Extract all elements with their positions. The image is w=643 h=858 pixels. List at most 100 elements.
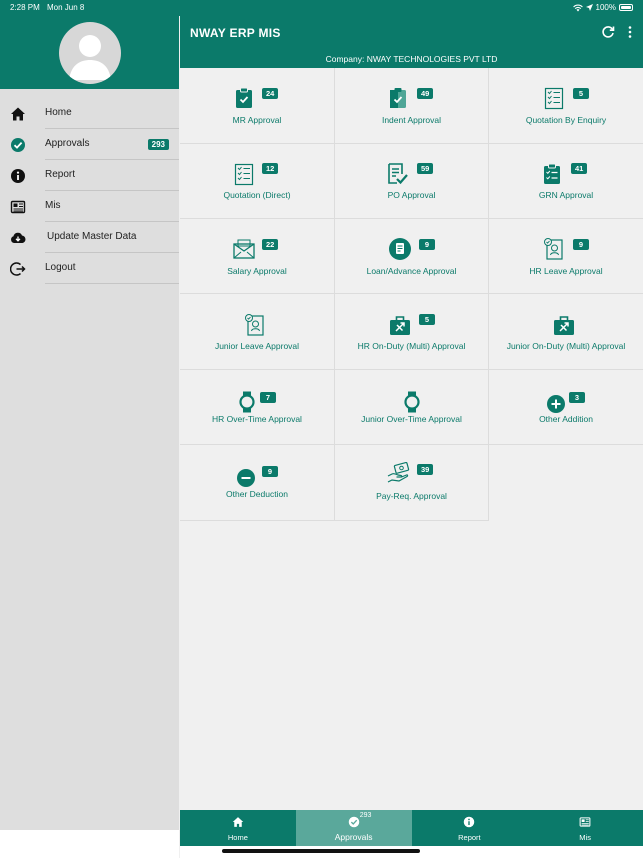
id-document-icon <box>245 314 264 336</box>
tile-label: Other Deduction <box>226 489 288 499</box>
tile-count-badge: 9 <box>262 466 278 477</box>
sidebar-item-label: Mis <box>45 200 61 211</box>
envelope-icon <box>233 239 255 259</box>
watch-icon <box>404 391 420 413</box>
clipboard-check-icon <box>236 87 252 108</box>
company-name: Company: NWAY TECHNOLOGIES PVT LTD <box>325 54 498 64</box>
cloud-download-icon <box>11 232 26 243</box>
tile-junior-leave-approval[interactable]: Junior Leave Approval <box>180 294 335 370</box>
tile-junior-on-duty-approval[interactable]: Junior On-Duty (Multi) Approval <box>489 294 643 370</box>
tab-mis[interactable]: Mis <box>527 810 643 846</box>
sidebar-item-logout[interactable]: Logout <box>0 254 179 284</box>
tile-loan-advance-approval[interactable]: 9 Loan/Advance Approval <box>335 219 489 294</box>
tile-label: Loan/Advance Approval <box>366 266 457 276</box>
check-circle-icon <box>11 138 25 152</box>
tile-quotation-by-enquiry[interactable]: 5 Quotation By Enquiry <box>489 68 643 144</box>
tab-label: Report <box>458 833 481 842</box>
tile-count-badge: 41 <box>571 163 588 174</box>
tile-label: PO Approval <box>387 190 436 200</box>
refresh-icon[interactable] <box>601 25 615 39</box>
tile-count-badge: 24 <box>262 88 279 99</box>
avatar[interactable] <box>59 22 121 84</box>
status-time: 2:28 PM <box>10 3 40 12</box>
clipboard-list-icon <box>544 163 560 184</box>
tile-hr-over-time-approval[interactable]: 7 HR Over-Time Approval <box>180 370 335 445</box>
sidebar: Home Approvals 293 Report Mis Update Mas… <box>0 16 179 858</box>
tab-label: Home <box>227 833 248 842</box>
tile-pay-req-approval[interactable]: 39 Pay-Req. Approval <box>335 445 489 521</box>
battery-percent: 100% <box>595 3 616 12</box>
logout-icon <box>10 262 26 276</box>
document-check-icon <box>388 163 408 185</box>
tab-label: Approvals <box>334 832 373 842</box>
tile-label: Other Addition <box>539 414 593 424</box>
status-right: 100% <box>572 3 633 12</box>
tile-label: Pay-Req. Approval <box>376 491 447 501</box>
tile-label: Junior Leave Approval <box>214 341 300 351</box>
divider <box>45 159 179 160</box>
divider <box>45 283 179 284</box>
sidebar-item-label: Report <box>45 169 76 180</box>
clipboard-tick-icon <box>390 88 406 108</box>
tile-count-badge: 59 <box>417 163 434 174</box>
checklist-icon <box>544 87 564 110</box>
briefcase-plane-icon <box>390 316 410 335</box>
briefcase-plane-icon <box>554 316 574 335</box>
tile-label: Indent Approval <box>381 115 442 125</box>
tab-home[interactable]: Home <box>180 810 296 846</box>
location-icon <box>585 4 593 11</box>
sidebar-item-home[interactable]: Home <box>0 99 179 129</box>
divider <box>45 221 179 222</box>
tile-indent-approval[interactable]: 49 Indent Approval <box>335 68 489 144</box>
tile-count-badge: 5 <box>573 88 589 99</box>
watch-icon <box>239 391 255 413</box>
sidebar-item-approvals[interactable]: Approvals 293 <box>0 130 179 160</box>
tile-other-addition[interactable]: 3 Other Addition <box>489 370 643 445</box>
checklist-icon <box>234 163 254 186</box>
sidebar-item-mis[interactable]: Mis <box>0 192 179 222</box>
tile-count-badge: 12 <box>262 163 279 174</box>
minus-circle-icon <box>237 469 255 487</box>
tile-salary-approval[interactable]: 22 Salary Approval <box>180 219 335 294</box>
tile-grn-approval[interactable]: 41 GRN Approval <box>489 144 643 219</box>
app-title: NWAY ERP MIS <box>190 26 281 40</box>
sidebar-header <box>0 16 179 89</box>
home-indicator[interactable] <box>222 849 420 853</box>
tile-po-approval[interactable]: 59 PO Approval <box>335 144 489 219</box>
tile-hr-on-duty-approval[interactable]: 5 HR On-Duty (Multi) Approval <box>335 294 489 370</box>
newspaper-icon <box>579 817 591 827</box>
divider <box>45 128 179 129</box>
tile-label: HR Leave Approval <box>529 266 603 276</box>
divider <box>45 252 179 253</box>
tile-count-badge: 3 <box>569 392 585 403</box>
tile-label: Salary Approval <box>227 266 287 276</box>
tile-count-badge: 9 <box>419 239 435 250</box>
tile-label: Junior On-Duty (Multi) Approval <box>506 341 626 351</box>
status-bar: 2:28 PM Mon Jun 8 100% <box>0 0 643 16</box>
tile-label: HR On-Duty (Multi) Approval <box>357 341 466 351</box>
tile-count-badge: 7 <box>260 392 276 403</box>
tile-hr-leave-approval[interactable]: 9 HR Leave Approval <box>489 219 643 294</box>
tile-count-badge: 22 <box>262 239 279 250</box>
tile-mr-approval[interactable]: 24 MR Approval <box>180 68 335 144</box>
tile-quotation-direct[interactable]: 12 Quotation (Direct) <box>180 144 335 219</box>
approvals-count-badge: 293 <box>147 139 169 150</box>
tile-label: HR Over-Time Approval <box>212 414 302 424</box>
sidebar-item-update-master-data[interactable]: Update Master Data <box>0 223 179 253</box>
sidebar-item-report[interactable]: Report <box>0 161 179 191</box>
loan-icon <box>389 238 411 260</box>
tile-label: GRN Approval <box>538 190 594 200</box>
status-date: Mon Jun 8 <box>47 3 85 12</box>
sidebar-footer <box>0 830 179 858</box>
sidebar-item-label: Home <box>45 107 72 118</box>
tile-junior-over-time-approval[interactable]: Junior Over-Time Approval <box>335 370 489 445</box>
tile-label: Quotation (Direct) <box>223 190 291 200</box>
more-vert-icon[interactable] <box>627 25 633 39</box>
tile-other-deduction[interactable]: 9 Other Deduction <box>180 445 335 521</box>
tab-report[interactable]: Report <box>412 810 528 846</box>
tile-label: MR Approval <box>232 115 282 125</box>
tab-approvals[interactable]: 293 Approvals <box>295 810 412 846</box>
tile-count-badge: 39 <box>417 464 434 475</box>
user-placeholder-icon <box>69 35 111 80</box>
tab-label: Mis <box>579 833 591 842</box>
